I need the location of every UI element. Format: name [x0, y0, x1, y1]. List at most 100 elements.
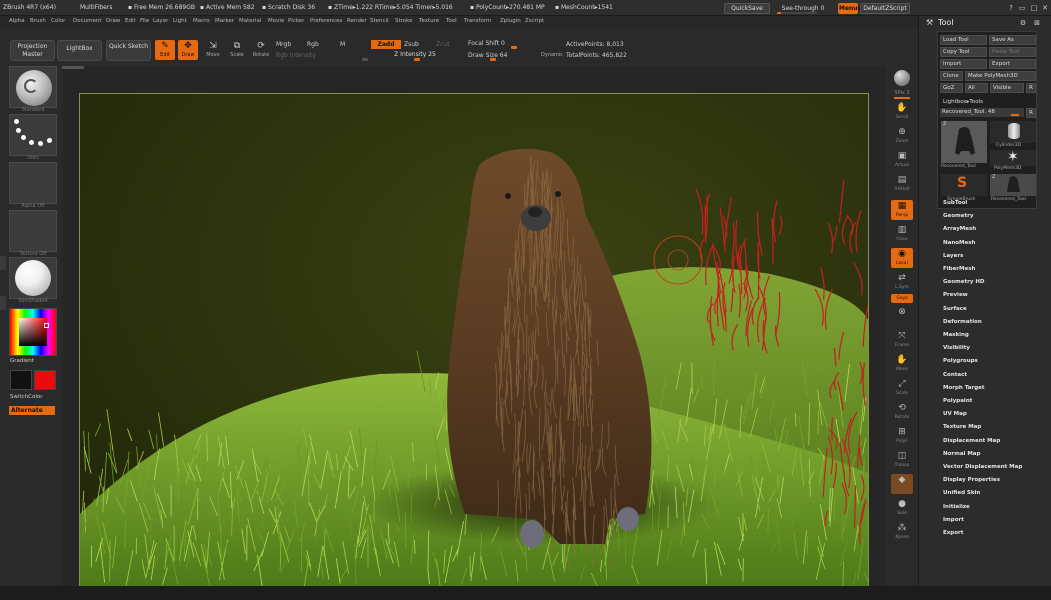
rgb-intensity-knob[interactable] — [362, 58, 368, 61]
secondary-color-swatch[interactable] — [10, 370, 32, 390]
gradient-toggle[interactable]: Gradient — [10, 358, 34, 364]
polyf-button[interactable]: ⊞ PolyF — [891, 426, 913, 446]
menu-document[interactable]: Document — [73, 18, 102, 24]
lightbox-button[interactable]: LightBox — [57, 40, 102, 61]
subpalette-initialize[interactable]: Initialize — [943, 501, 1022, 514]
menu-picker[interactable]: Picker — [288, 18, 304, 24]
menu-draw[interactable]: Draw — [106, 18, 120, 24]
subpalette-preview[interactable]: Preview — [943, 289, 1022, 302]
stroke-selector[interactable] — [9, 114, 57, 156]
subpalette-polypaint[interactable]: Polypaint — [943, 395, 1022, 408]
menu-tool[interactable]: Tool — [446, 18, 457, 24]
subpalette-visibility[interactable]: Visibility — [943, 342, 1022, 355]
color-picker-square[interactable] — [19, 318, 47, 346]
subpalette-polygroups[interactable]: Polygroups — [943, 355, 1022, 368]
dynamic-toggle[interactable]: Dynamic — [541, 52, 563, 58]
menu-layer[interactable]: Layer — [153, 18, 168, 24]
subpalette-import[interactable]: Import — [943, 514, 1022, 527]
subpalette-nanomesh[interactable]: NanoMesh — [943, 237, 1022, 250]
load-tool-button[interactable]: Load Tool — [940, 35, 987, 45]
menu-zplugin[interactable]: Zplugin — [500, 18, 521, 24]
menu-file[interactable]: File — [140, 18, 149, 24]
rotate-axis-button[interactable]: ⊗ — [891, 306, 913, 326]
alpha-selector[interactable] — [9, 162, 57, 204]
subpalette-texture-map[interactable]: Texture Map — [943, 421, 1022, 434]
switch-color-button[interactable]: SwitchColor — [10, 394, 43, 400]
subpalette-contact[interactable]: Contact — [943, 369, 1022, 382]
main-color-swatch[interactable] — [34, 370, 56, 390]
draw-size-slider[interactable]: Draw Size 64 — [468, 52, 507, 59]
panel-close-icon[interactable]: ⊠ — [1033, 19, 1041, 27]
scroll-button[interactable]: ✋ Scroll — [891, 102, 913, 122]
paste-tool-button[interactable]: Paste Tool — [989, 47, 1036, 57]
menu-color[interactable]: Color — [51, 18, 65, 24]
menu-brush[interactable]: Brush — [30, 18, 46, 24]
menu-texture[interactable]: Texture — [419, 18, 439, 24]
z-intensity-knob[interactable] — [414, 58, 420, 61]
menus-button[interactable]: Menus — [838, 3, 861, 14]
tool-thumb-recovered-2[interactable]: 2 — [990, 174, 1036, 196]
scale-view-button[interactable]: ⤢ Scale — [891, 378, 913, 398]
rgb-intensity-slider[interactable]: Rgb Intensity — [276, 52, 316, 59]
alternate-button[interactable]: Alternate — [9, 406, 55, 415]
visible-button[interactable]: Visible — [990, 83, 1024, 93]
frame-button[interactable]: ⤧ Frame — [891, 330, 913, 350]
menu-material[interactable]: Material — [239, 18, 261, 24]
rotate-view-button[interactable]: ⟲ Rotate — [891, 402, 913, 422]
panel-settings-icon[interactable]: ⚙ — [1019, 19, 1027, 27]
menu-stroke[interactable]: Stroke — [395, 18, 413, 24]
focal-shift-slider[interactable]: Focal Shift 0 — [468, 40, 505, 47]
actual-button[interactable]: ▣ Actual — [891, 150, 913, 170]
subpalette-normal-map[interactable]: Normal Map — [943, 448, 1022, 461]
subpalette-morph-target[interactable]: Morph Target — [943, 382, 1022, 395]
rgb-button[interactable]: Rgb — [307, 41, 319, 48]
draw-size-knob[interactable] — [490, 58, 496, 61]
rotate-mode-button[interactable]: ⟳ Rotate — [251, 40, 271, 60]
subpalette-displacement-map[interactable]: Displacement Map — [943, 435, 1022, 448]
persp-button[interactable]: ▦ Persp — [891, 200, 913, 220]
close-icon[interactable]: ✕ — [1041, 4, 1049, 12]
zsub-button[interactable]: Zsub — [404, 41, 419, 48]
zcut-button[interactable]: Zcut — [436, 41, 450, 48]
transp-button[interactable]: ◫ Transp — [891, 450, 913, 470]
maximize-icon[interactable]: □ — [1030, 4, 1038, 12]
tool-thumb-polymesh[interactable]: ✶ — [990, 149, 1036, 166]
left-tray-handle[interactable] — [0, 256, 6, 270]
draw-mode-button[interactable]: ✥ Draw — [178, 40, 198, 60]
subpalette-layers[interactable]: Layers — [943, 250, 1022, 263]
document-viewport[interactable] — [79, 93, 869, 586]
r-button-2[interactable]: R — [1026, 108, 1036, 118]
quick-sketch-button[interactable]: Quick Sketch — [106, 40, 151, 61]
move-view-button[interactable]: ✋ Move — [891, 354, 913, 374]
subpalette-display-properties[interactable]: Display Properties — [943, 474, 1022, 487]
subpalette-fibermesh[interactable]: FiberMesh — [943, 263, 1022, 276]
solo-button[interactable]: ● Solo — [891, 498, 913, 518]
subpalette-uv-map[interactable]: UV Map — [943, 408, 1022, 421]
edit-mode-button[interactable]: ✎ Edit — [155, 40, 175, 60]
canvas-scroll-tab[interactable] — [62, 66, 84, 69]
subpalette-deformation[interactable]: Deformation — [943, 316, 1022, 329]
menu-transform[interactable]: Transform — [464, 18, 491, 24]
color-picker[interactable] — [9, 308, 57, 356]
default-zscript-button[interactable]: DefaultZScript — [860, 3, 910, 14]
focal-shift-knob[interactable] — [511, 46, 517, 49]
menu-macro[interactable]: Macro — [193, 18, 210, 24]
menu-stencil[interactable]: Stencil — [370, 18, 389, 24]
menu-render[interactable]: Render — [347, 18, 367, 24]
spix-knob[interactable] — [894, 97, 910, 99]
material-selector[interactable] — [9, 257, 57, 299]
subpalette-export[interactable]: Export — [943, 527, 1022, 540]
brush-selector[interactable] — [9, 66, 57, 108]
bpr-button[interactable] — [891, 68, 913, 88]
xpose-button[interactable]: ⁂ Xpose — [891, 522, 913, 542]
projection-master-button[interactable]: Projection Master — [10, 40, 55, 61]
scale-mode-button[interactable]: ⧉ Scale — [227, 40, 247, 60]
aahalf-button[interactable]: ▤ AAHalf — [891, 174, 913, 194]
tool-thumb-recovered[interactable]: 2 — [941, 121, 987, 163]
tool-pin-icon[interactable]: ⚒ — [926, 18, 934, 27]
subpalette-unified-skin[interactable]: Unified Skin — [943, 487, 1022, 500]
export-button[interactable]: Export — [989, 59, 1036, 69]
local-button[interactable]: ◉ Local — [891, 248, 913, 268]
copy-tool-button[interactable]: Copy Tool — [940, 47, 987, 57]
subpalette-geometry-hd[interactable]: Geometry HD — [943, 276, 1022, 289]
